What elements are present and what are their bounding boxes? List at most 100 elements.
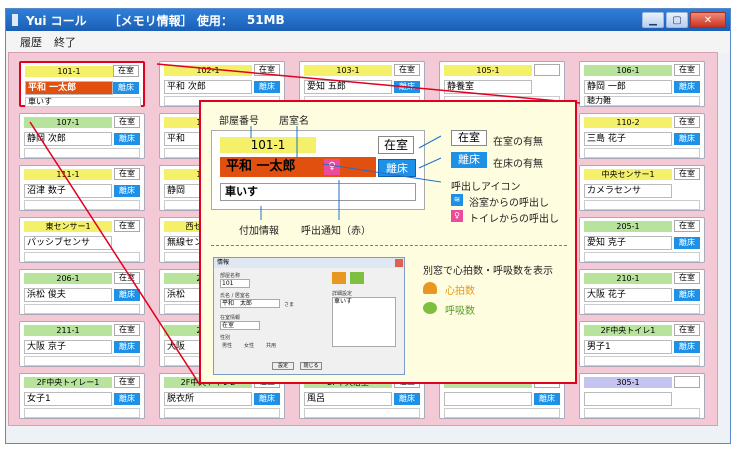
room-number: 東センサー1 bbox=[24, 221, 112, 232]
resident-name: 風呂 bbox=[304, 392, 392, 406]
menu-history[interactable]: 履歴 bbox=[20, 34, 42, 50]
breath-button[interactable] bbox=[350, 272, 364, 284]
extra-info bbox=[584, 252, 700, 262]
label-call-notice: 呼出通知（赤） bbox=[301, 226, 371, 237]
lung-icon bbox=[423, 302, 437, 314]
room-number: 中央センサー1 bbox=[584, 169, 672, 180]
extra-info bbox=[584, 304, 700, 314]
room-card[interactable]: 101-1 在室 平和 一太郎 離床 車いす bbox=[19, 61, 145, 107]
status-badge: 在室 bbox=[674, 116, 700, 128]
dialog-title: 情報 bbox=[214, 258, 404, 268]
resident-name: 女子1 bbox=[24, 392, 112, 406]
extra-info bbox=[24, 252, 140, 262]
status-badge: 在室 bbox=[114, 220, 140, 232]
label-bath-call: 浴室からの呼出し bbox=[469, 198, 549, 209]
bed-status: 離床 bbox=[114, 341, 140, 353]
room-card[interactable]: 2F中央トイレー1 在室 女子1 離床 bbox=[19, 373, 145, 419]
extra-info bbox=[164, 408, 280, 418]
room-card[interactable]: 205-1 在室 愛知 克子 離床 bbox=[579, 217, 705, 263]
room-number: 103-1 bbox=[304, 65, 392, 76]
dialog-status-select[interactable]: 在室 bbox=[220, 321, 260, 330]
bed-status: 離床 bbox=[674, 133, 700, 145]
status-badge: 在室 bbox=[114, 116, 140, 128]
room-number: 111-1 bbox=[24, 169, 112, 180]
minimize-button[interactable]: ▁ bbox=[642, 12, 664, 28]
extra-info bbox=[24, 356, 140, 366]
room-card[interactable]: 107-1 在室 静岡 次郎 離床 bbox=[19, 113, 145, 159]
status-badge: 在室 bbox=[674, 272, 700, 284]
status-badge: 在室 bbox=[674, 64, 700, 76]
divider bbox=[211, 245, 567, 246]
menu-bar: 履歴 終了 bbox=[6, 31, 730, 53]
dialog-note-field[interactable]: 車いす bbox=[332, 297, 396, 347]
close-button[interactable]: ✕ bbox=[690, 12, 726, 28]
status-badge bbox=[674, 376, 700, 388]
bed-status: 離床 bbox=[114, 393, 140, 405]
room-card[interactable]: 210-1 在室 大阪 花子 離床 bbox=[579, 269, 705, 315]
bed-status: 離床 bbox=[394, 81, 420, 93]
extra-info bbox=[584, 356, 700, 366]
status-badge: 在室 bbox=[674, 324, 700, 336]
extra-info bbox=[24, 148, 140, 158]
heart-button[interactable] bbox=[332, 272, 346, 284]
resident-name: カメラセンサ bbox=[584, 184, 672, 198]
status-badge: 在室 bbox=[674, 168, 700, 180]
bath-icon: ≋ bbox=[451, 194, 463, 206]
bed-status: 離床 bbox=[114, 289, 140, 301]
dialog-gender-female[interactable]: 女性 bbox=[244, 342, 254, 349]
dialog-cancel-button[interactable]: 閉じる bbox=[300, 362, 322, 370]
bed-status: 離床 bbox=[113, 82, 139, 94]
resident-name: 平和 一太郎 bbox=[25, 81, 113, 95]
room-card[interactable]: 106-1 在室 静岡 一郎 離床 聴力難 bbox=[579, 61, 705, 107]
room-card[interactable]: 206-1 在室 浜松 俊夫 離床 bbox=[19, 269, 145, 315]
resident-name: 脱衣所 bbox=[164, 392, 252, 406]
resident-name: 静岡 一郎 bbox=[584, 80, 672, 94]
dialog-gender-shared[interactable]: 共用 bbox=[266, 342, 276, 349]
title-bar: Yui コール ［メモリ情報］ 使用： 51MB ▁ ▢ ✕ bbox=[6, 9, 730, 31]
room-card[interactable]: 211-1 在室 大阪 京子 離床 bbox=[19, 321, 145, 367]
resident-name: 大阪 京子 bbox=[24, 340, 112, 354]
memory-value: 51MB bbox=[246, 13, 285, 27]
menu-exit[interactable]: 終了 bbox=[54, 34, 76, 50]
window-controls: ▁ ▢ ✕ bbox=[642, 12, 726, 28]
room-card[interactable]: 111-1 在室 沼津 数子 離床 bbox=[19, 165, 145, 211]
legend-bed-box: 離床 bbox=[451, 152, 487, 168]
resident-name bbox=[444, 392, 532, 406]
extra-info bbox=[444, 408, 560, 418]
room-number: 305-1 bbox=[584, 377, 672, 388]
room-card[interactable]: 2F中央トイレ1 在室 男子1 離床 bbox=[579, 321, 705, 367]
dialog-name-field[interactable]: 平和 太郎 bbox=[220, 299, 280, 308]
detail-callout: 部屋番号 居室名 101-1 在室 平和 一太郎 ♀ 離床 車いす 在室 在室の… bbox=[199, 100, 577, 384]
dialog-room-field[interactable]: 101 bbox=[220, 279, 250, 288]
room-number: 210-1 bbox=[584, 273, 672, 284]
resident-name: 大阪 花子 bbox=[584, 288, 672, 302]
room-card[interactable]: 110-2 在室 三島 花子 離床 bbox=[579, 113, 705, 159]
maximize-button[interactable]: ▢ bbox=[666, 12, 688, 28]
dialog-gender-male[interactable]: 男性 bbox=[222, 342, 232, 349]
dialog-close-icon[interactable] bbox=[395, 259, 403, 267]
bed-status: 離床 bbox=[674, 81, 700, 93]
bed-status: 離床 bbox=[674, 341, 700, 353]
status-badge: 在室 bbox=[114, 324, 140, 336]
resident-name: 三島 花子 bbox=[584, 132, 672, 146]
room-number: 107-1 bbox=[24, 117, 112, 128]
label-extra-info: 付加情報 bbox=[239, 226, 279, 237]
label-heart: 心拍数 bbox=[445, 286, 475, 297]
extra-info bbox=[584, 408, 700, 418]
room-card[interactable]: 東センサー1 在室 パッシブセンサ bbox=[19, 217, 145, 263]
resident-name: 男子1 bbox=[584, 340, 672, 354]
room-number: 110-2 bbox=[584, 117, 672, 128]
room-number: 211-1 bbox=[24, 325, 112, 336]
room-card[interactable]: 305-1 bbox=[579, 373, 705, 419]
dialog-room-label: 部屋名称 bbox=[220, 273, 241, 279]
room-number: 102-1 bbox=[164, 65, 252, 76]
extra-info bbox=[24, 200, 140, 210]
room-number: 206-1 bbox=[24, 273, 112, 284]
extra-info bbox=[584, 148, 700, 158]
dialog-gender-label: 性別 bbox=[220, 335, 231, 341]
label-call-icon: 呼出しアイコン bbox=[451, 182, 521, 193]
room-number: 205-1 bbox=[584, 221, 672, 232]
status-badge: 在室 bbox=[674, 220, 700, 232]
room-card[interactable]: 中央センサー1 在室 カメラセンサ bbox=[579, 165, 705, 211]
dialog-ok-button[interactable]: 設定 bbox=[272, 362, 294, 370]
